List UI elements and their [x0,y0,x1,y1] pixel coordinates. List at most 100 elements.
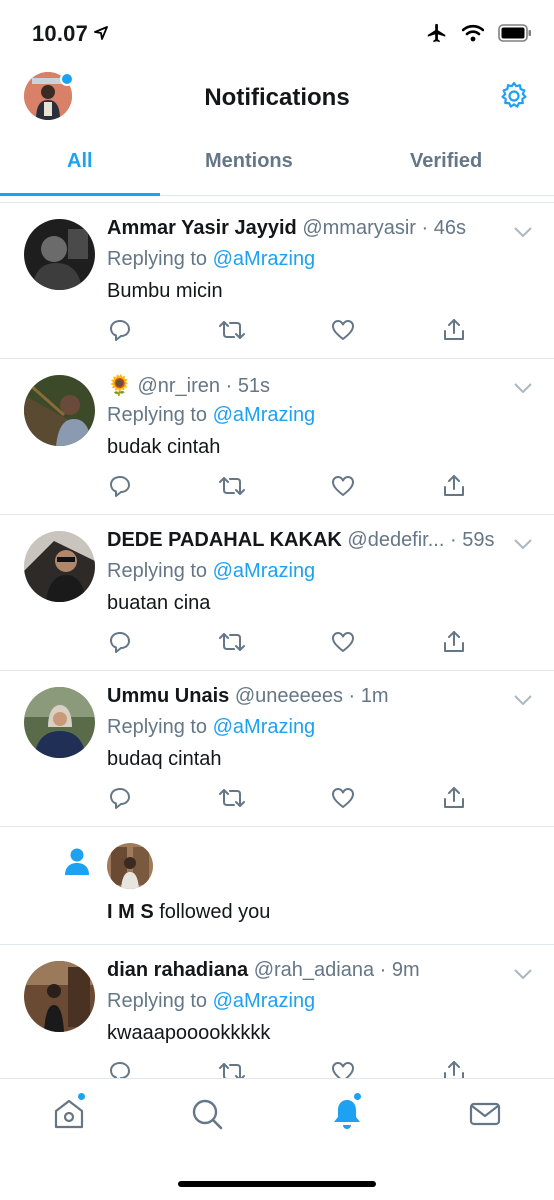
tweet-text: kwaaapooookkkkk [107,1022,271,1044]
replying-to: Replying to @aMrazing [107,560,315,583]
timestamp: 51s [237,375,271,397]
reply-icon[interactable] [107,785,133,816]
header: Notifications [0,62,554,134]
notification-item[interactable]: DEDE PADAHAL KAKAK @dedefir... · 59s Rep… [0,515,554,671]
retweet-icon[interactable] [217,785,247,816]
replying-to: Replying to @aMrazing [107,990,315,1013]
like-heart-icon[interactable] [330,1059,356,1078]
retweet-icon[interactable] [217,629,247,660]
notification-item[interactable]: Ammar Yasir Jayyid @mmaryasir · 46s Repl… [0,203,554,359]
user-avatar[interactable] [24,687,95,758]
dot-separator: · [444,529,463,551]
follow-text: I M S followed you [107,901,270,924]
mail-icon[interactable] [468,1097,502,1136]
tweet-actions [107,473,467,501]
notification-item[interactable]: dian rahadiana @rah_adiana · 9m Replying… [0,945,554,1078]
timestamp: 9m [391,959,420,981]
status-bar: 10.07 [0,0,554,62]
notification-item[interactable]: Ummu Unais @uneeeees · 1m Replying to @a… [0,671,554,827]
search-icon[interactable] [190,1097,224,1136]
mention-link[interactable]: @aMrazing [213,990,316,1012]
tab-verified[interactable]: Verified [410,150,482,173]
retweet-icon[interactable] [217,473,247,504]
reply-icon[interactable] [107,473,133,504]
dot-separator: · [415,217,434,239]
chevron-down-icon[interactable] [514,967,532,985]
reply-icon[interactable] [107,629,133,660]
share-icon[interactable] [441,473,467,504]
retweet-icon[interactable] [217,317,247,348]
dot-separator: · [342,685,361,707]
user-name[interactable]: Ummu Unais [107,685,229,707]
bell-icon[interactable] [330,1097,364,1136]
like-heart-icon[interactable] [330,317,356,348]
retweet-icon[interactable] [217,1059,247,1078]
mention-link[interactable]: @aMrazing [213,248,316,270]
follow-notification[interactable]: I M S followed you [0,827,554,945]
notification-header: DEDE PADAHAL KAKAK @dedefir... · 59s [107,529,504,552]
tab-all[interactable]: All [67,150,93,173]
follower-name[interactable]: I M S [107,901,154,923]
battery-icon [498,24,532,47]
mention-link[interactable]: @aMrazing [213,716,316,738]
timestamp: 1m [360,685,389,707]
share-icon[interactable] [441,317,467,348]
page-title: Notifications [204,84,350,111]
replying-prefix: Replying to [107,404,208,426]
user-name[interactable]: 🌻 [107,375,132,397]
like-heart-icon[interactable] [330,473,356,504]
replying-prefix: Replying to [107,990,208,1012]
tweet-text: budaq cintah [107,748,222,770]
chevron-down-icon[interactable] [514,225,532,243]
tweet-text: buatan cina [107,592,211,614]
user-avatar[interactable] [24,375,95,446]
home-badge-dot [76,1091,87,1102]
like-heart-icon[interactable] [330,629,356,660]
person-icon [64,847,90,880]
share-icon[interactable] [441,785,467,816]
notification-feed: Ammar Yasir Jayyid @mmaryasir · 46s Repl… [0,202,554,1078]
user-handle: @mmaryasir [302,217,416,239]
user-name[interactable]: DEDE PADAHAL KAKAK [107,529,342,551]
settings-gear-icon[interactable] [498,80,530,112]
active-tab-indicator [0,193,160,196]
tweet-actions [107,1059,467,1078]
replying-to: Replying to @aMrazing [107,248,315,271]
tweet-text: Bumbu micin [107,280,223,302]
like-heart-icon[interactable] [330,785,356,816]
chevron-down-icon[interactable] [514,381,532,399]
status-time-text: 10.07 [32,21,89,46]
reply-icon[interactable] [107,317,133,348]
dot-separator: · [374,959,392,981]
user-avatar[interactable] [24,531,95,602]
follower-avatar[interactable] [107,843,153,889]
tweet-actions [107,317,467,345]
chevron-down-icon[interactable] [514,537,532,555]
replying-to: Replying to @aMrazing [107,404,315,427]
mention-link[interactable]: @aMrazing [213,404,316,426]
chevron-down-icon[interactable] [514,693,532,711]
user-avatar[interactable] [24,961,95,1032]
notification-item[interactable]: 🌻 @nr_iren · 51s Replying to @aMrazing b… [0,359,554,515]
replying-prefix: Replying to [107,248,208,270]
timestamp: 59s [462,529,495,551]
user-avatar[interactable] [24,219,95,290]
home-icon[interactable] [52,1097,86,1136]
status-time: 10.07 [32,20,108,47]
reply-icon[interactable] [107,1059,133,1078]
user-handle: @nr_iren [137,375,221,397]
share-icon[interactable] [441,1059,467,1078]
user-name[interactable]: Ammar Yasir Jayyid [107,217,297,239]
notification-tabs: All Mentions Verified [0,134,554,196]
location-arrow-icon [94,20,108,46]
timestamp: 46s [433,217,466,239]
home-indicator[interactable] [178,1181,376,1187]
user-handle: @uneeeees [234,685,343,707]
notification-header: Ummu Unais @uneeeees · 1m [107,685,504,708]
follow-action-text: followed you [159,901,271,923]
mention-link[interactable]: @aMrazing [213,560,316,582]
share-icon[interactable] [441,629,467,660]
user-name[interactable]: dian rahadiana [107,959,248,981]
dot-separator: · [220,375,238,397]
tab-mentions[interactable]: Mentions [205,150,293,173]
